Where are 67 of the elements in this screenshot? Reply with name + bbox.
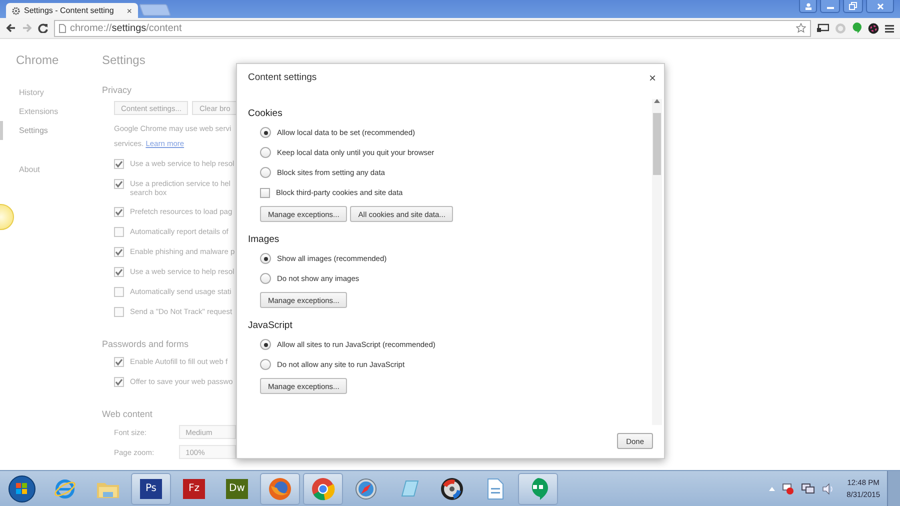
close-icon xyxy=(876,2,884,10)
checkbox[interactable] xyxy=(114,267,124,277)
url-text: chrome://settings/content xyxy=(70,22,182,34)
radio-button[interactable] xyxy=(260,167,271,178)
taskbar-button[interactable]: Fz xyxy=(174,472,214,504)
start-orb-icon[interactable] xyxy=(8,474,36,502)
profile-button[interactable] xyxy=(799,0,817,13)
app-tile-icon: Dw xyxy=(226,478,248,498)
page-icon xyxy=(59,24,66,32)
scrollbar-thumb[interactable] xyxy=(653,113,661,175)
color-wheel-icon[interactable] xyxy=(868,22,879,34)
radio-button[interactable] xyxy=(260,127,271,138)
browser-tab[interactable]: Settings - Content setting × xyxy=(6,3,138,18)
app-tile-icon: Ps xyxy=(140,478,162,498)
fox-globe-icon[interactable] xyxy=(268,476,292,500)
address-field[interactable]: chrome://settings/content xyxy=(54,20,811,36)
section-heading: JavaScript xyxy=(248,320,294,331)
person-icon xyxy=(804,2,812,10)
checkbox[interactable] xyxy=(114,247,124,257)
radio-button[interactable] xyxy=(260,339,271,350)
cast-screen-icon[interactable] xyxy=(817,23,829,33)
restore-icon xyxy=(849,2,857,10)
menu-icon[interactable] xyxy=(885,24,894,32)
checkbox[interactable] xyxy=(114,377,124,387)
restore-button[interactable] xyxy=(843,0,863,13)
gear-icon xyxy=(12,6,20,14)
disc-icon[interactable] xyxy=(440,476,464,500)
dialog-title: Content settings xyxy=(248,72,317,85)
close-button[interactable] xyxy=(866,0,894,13)
scroll-up-icon[interactable] xyxy=(654,99,660,103)
taskbar-button[interactable]: Ps xyxy=(131,472,171,504)
radio-button[interactable] xyxy=(260,253,271,264)
app-tile-icon: Fz xyxy=(183,478,205,498)
checkbox[interactable] xyxy=(114,357,124,367)
section-heading: Images xyxy=(248,234,280,245)
section-heading: Cookies xyxy=(248,108,284,119)
speech-bubble-icon[interactable] xyxy=(852,22,862,34)
checkbox[interactable] xyxy=(114,207,124,217)
round-browser-icon[interactable] xyxy=(311,476,335,500)
back-icon[interactable] xyxy=(6,23,16,33)
minimize-button[interactable] xyxy=(820,0,840,13)
document-icon[interactable] xyxy=(486,478,504,500)
taskbar-button[interactable]: Dw xyxy=(217,472,257,504)
page-title: Settings xyxy=(102,53,146,67)
close-button[interactable]: × xyxy=(648,72,656,84)
checkbox[interactable] xyxy=(114,227,124,237)
checkbox[interactable] xyxy=(260,188,270,198)
checkbox[interactable] xyxy=(114,179,124,189)
speaker-icon[interactable] xyxy=(822,482,834,494)
network-icon[interactable] xyxy=(800,482,815,494)
tab-close[interactable]: × xyxy=(126,6,132,16)
browser-e-icon[interactable] xyxy=(54,478,76,500)
section-heading: Web content xyxy=(102,409,154,419)
radio-button[interactable] xyxy=(260,359,271,370)
section-heading: Privacy xyxy=(102,85,133,95)
checkbox[interactable] xyxy=(114,307,124,317)
scrollbar[interactable] xyxy=(652,99,662,425)
tab-title: Settings - Content setting xyxy=(24,6,115,15)
star-icon[interactable] xyxy=(796,23,806,33)
reload-icon[interactable] xyxy=(38,23,48,33)
checkbox[interactable] xyxy=(114,287,124,297)
sidebar-title: Chrome xyxy=(16,53,60,67)
radio-button[interactable] xyxy=(260,147,271,158)
section-heading: Passwords and forms xyxy=(102,339,190,349)
compass-icon[interactable] xyxy=(355,478,377,500)
radio-button[interactable] xyxy=(260,273,271,284)
checkbox[interactable] xyxy=(114,159,124,169)
